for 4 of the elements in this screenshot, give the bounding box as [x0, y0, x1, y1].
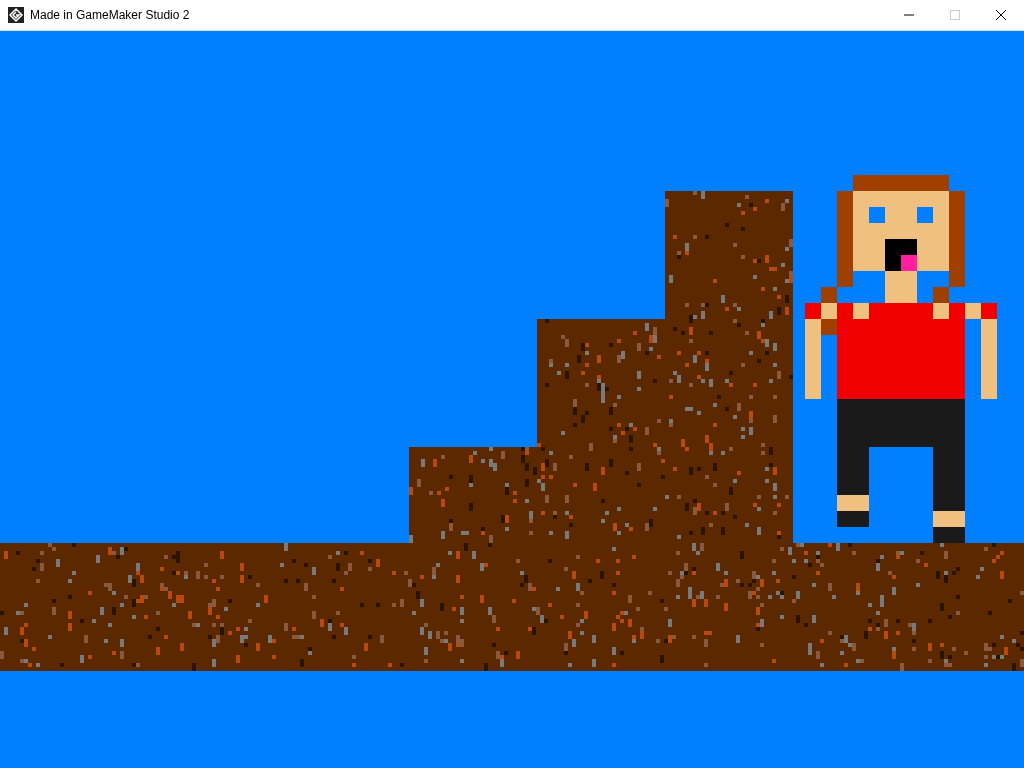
app-logo-icon — [8, 7, 24, 23]
maximize-icon — [950, 10, 960, 20]
close-icon — [996, 10, 1006, 20]
window-title: Made in GameMaker Studio 2 — [30, 8, 191, 22]
